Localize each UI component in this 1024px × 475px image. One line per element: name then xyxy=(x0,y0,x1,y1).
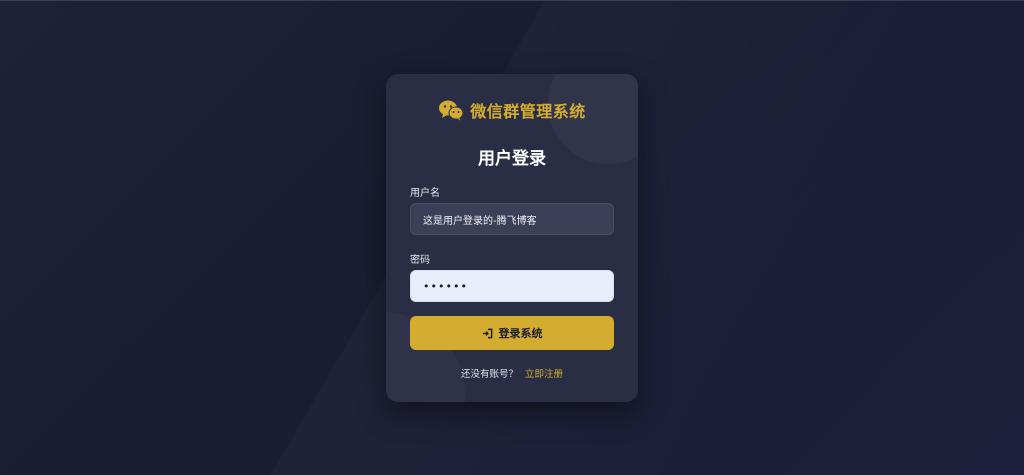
sign-in-icon xyxy=(482,328,492,338)
register-row: 还没有账号？ 立即注册 xyxy=(386,366,638,380)
brand-title: 微信群管理系统 xyxy=(470,102,586,121)
page-title: 用户登录 xyxy=(478,149,546,169)
register-prompt: 还没有账号？ xyxy=(460,369,518,380)
wechat-icon xyxy=(439,100,464,121)
password-label: 密码 xyxy=(410,255,430,266)
username-label: 用户名 xyxy=(410,188,440,199)
register-link[interactable]: 立即注册 xyxy=(525,369,563,380)
login-button-label: 登录系统 xyxy=(498,327,543,340)
username-input[interactable]: 这是用户登录的-腾飞博客 xyxy=(410,203,614,235)
brand: 微信群管理系统 xyxy=(386,98,638,122)
top-border xyxy=(0,0,1024,1)
password-input[interactable]: •••••• xyxy=(410,270,614,302)
login-button[interactable]: 登录系统 xyxy=(410,316,614,350)
login-card: 微信群管理系统 用户登录 用户名 这是用户登录的-腾飞博客 密码 •••••• … xyxy=(386,74,638,402)
